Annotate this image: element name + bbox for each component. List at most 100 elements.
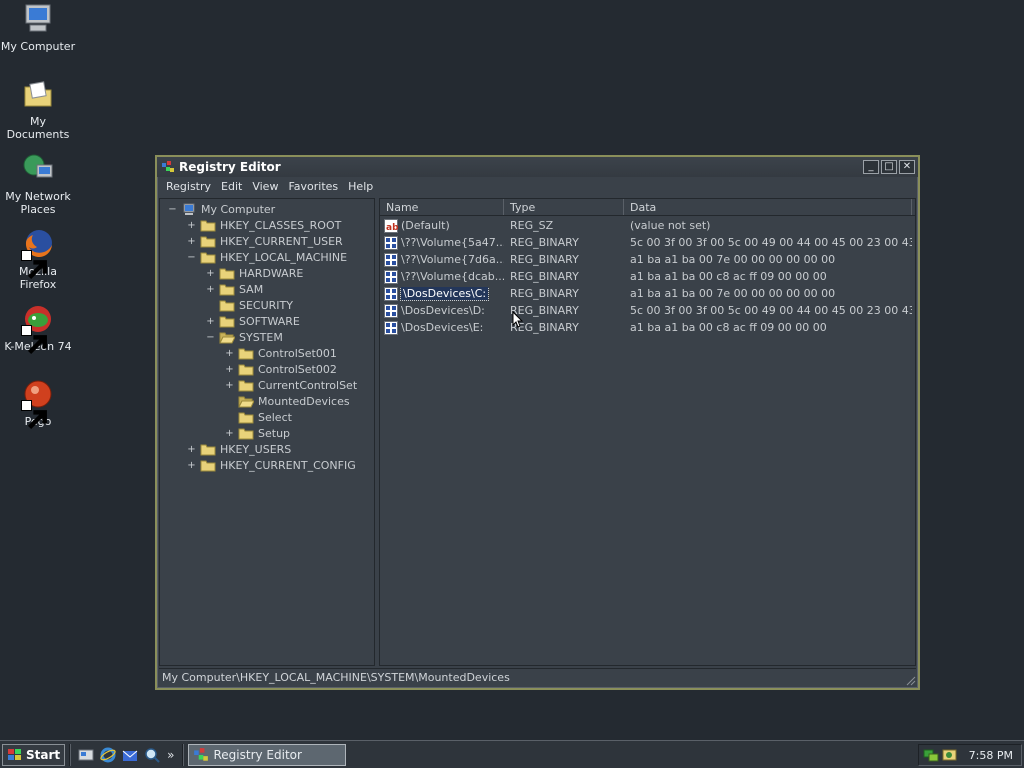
column-header-type[interactable]: Type bbox=[504, 199, 624, 215]
expand-icon[interactable]: + bbox=[225, 380, 234, 391]
binary-value-icon bbox=[384, 303, 398, 318]
collapse-icon[interactable]: − bbox=[168, 204, 177, 215]
minimize-button[interactable]: _ bbox=[863, 160, 879, 174]
desktop-icon-label: My Computer bbox=[0, 40, 76, 53]
registry-editor-icon bbox=[194, 747, 209, 761]
folder-icon bbox=[238, 411, 254, 424]
show-desktop-icon[interactable] bbox=[77, 746, 95, 764]
desktop-icon-my-computer[interactable]: My Computer bbox=[0, 2, 76, 53]
value-row[interactable]: \??\Volume{5a47... REG_BINARY 5c 00 3f 00 … bbox=[380, 234, 915, 251]
mouse-cursor-icon bbox=[512, 310, 524, 329]
expand-icon[interactable]: + bbox=[206, 268, 215, 279]
value-row[interactable]: \DosDevices\E: REG_BINARY a1 ba a1 ba 00 c… bbox=[380, 319, 915, 336]
outlook-express-icon[interactable] bbox=[121, 746, 139, 764]
tree-node[interactable]: + HKEY_USERS bbox=[187, 441, 291, 457]
tree-node[interactable]: + SAM bbox=[206, 281, 263, 297]
tree-node-label: SAM bbox=[239, 282, 264, 296]
desktop-icon-mozilla-firefox[interactable]: Mozilla Firefox bbox=[0, 227, 76, 291]
tree-node[interactable]: + SOFTWARE bbox=[206, 313, 300, 329]
expand-icon[interactable]: + bbox=[225, 428, 234, 439]
tree-node[interactable]: + CurrentControlSet bbox=[225, 377, 357, 393]
tree-node[interactable]: − My Computer bbox=[168, 201, 275, 217]
value-row[interactable]: \DosDevices\C: REG_BINARY a1 ba a1 ba 00 7… bbox=[380, 285, 915, 302]
value-list[interactable]: Name Type Data ab (Default) REG_SZ (value n… bbox=[379, 198, 916, 666]
tree-node[interactable]: + Setup bbox=[225, 425, 290, 441]
value-row[interactable]: ab (Default) REG_SZ (value not set) bbox=[380, 217, 915, 234]
value-type: REG_BINARY bbox=[510, 270, 579, 283]
close-button[interactable]: ✕ bbox=[899, 160, 915, 174]
value-type: REG_BINARY bbox=[510, 236, 579, 249]
expand-icon[interactable]: + bbox=[187, 236, 196, 247]
column-header-name[interactable]: Name bbox=[380, 199, 504, 215]
tree-node-label: HKEY_CLASSES_ROOT bbox=[220, 218, 342, 232]
expand-icon[interactable]: + bbox=[225, 348, 234, 359]
menu-bar: Registry Edit View Favorites Help bbox=[157, 177, 918, 196]
tree-node-label: SECURITY bbox=[239, 298, 293, 312]
tree-node[interactable]: MountedDevices bbox=[225, 393, 350, 409]
collapse-icon[interactable]: − bbox=[187, 252, 196, 263]
tree-node-label: HKEY_CURRENT_USER bbox=[220, 234, 343, 248]
expand-icon[interactable]: + bbox=[225, 364, 234, 375]
taskbar-button-registry-editor[interactable]: Registry Editor bbox=[188, 743, 347, 766]
tree-node-label: HKEY_USERS bbox=[220, 442, 292, 456]
column-headers: Name Type Data bbox=[380, 199, 915, 216]
shortcut-arrow-icon bbox=[21, 325, 47, 355]
shortcut-arrow-icon bbox=[21, 250, 47, 280]
desktop-icon-k-meleon[interactable]: K-Meleon 74 bbox=[0, 302, 76, 355]
folder-open-icon bbox=[238, 395, 254, 408]
column-header-data[interactable]: Data bbox=[624, 199, 912, 215]
tree-node[interactable]: − HKEY_LOCAL_MACHINE bbox=[187, 249, 347, 265]
desktop-icon-pego[interactable]: Pego bbox=[0, 377, 76, 430]
binary-value-icon bbox=[384, 286, 398, 301]
network-icon[interactable] bbox=[923, 748, 939, 762]
pego-icon bbox=[21, 377, 55, 430]
expand-icon[interactable]: + bbox=[187, 460, 196, 471]
tree-node[interactable]: + HKEY_CLASSES_ROOT bbox=[187, 217, 341, 233]
binary-value-icon bbox=[384, 252, 398, 267]
menu-favorites[interactable]: Favorites bbox=[283, 180, 343, 193]
computer-icon bbox=[181, 203, 197, 216]
registry-tree[interactable]: − My Computer + HKEY_CLASSES_ROOT + HKEY_CURR… bbox=[159, 198, 375, 666]
value-data: 5c 00 3f 00 3f 00 5c 00 49 00 44 00 45 0… bbox=[630, 236, 912, 249]
expand-icon[interactable]: + bbox=[187, 444, 196, 455]
quicklaunch-chevron[interactable]: » bbox=[167, 748, 174, 762]
menu-edit[interactable]: Edit bbox=[216, 180, 247, 193]
value-row[interactable]: \DosDevices\D: REG_BINARY 5c 00 3f 00 3f 0… bbox=[380, 302, 915, 319]
search-icon[interactable] bbox=[143, 746, 161, 764]
tree-node[interactable]: + HKEY_CURRENT_CONFIG bbox=[187, 457, 355, 473]
tree-node[interactable]: SECURITY bbox=[206, 297, 293, 313]
tree-node[interactable]: − SYSTEM bbox=[206, 329, 283, 345]
menu-registry[interactable]: Registry bbox=[161, 180, 216, 193]
volume-icon[interactable] bbox=[942, 748, 958, 762]
folder-icon bbox=[200, 219, 216, 232]
maximize-button[interactable]: □ bbox=[881, 160, 897, 174]
value-row[interactable]: \??\Volume{7d6a... REG_BINARY a1 ba a1 ba … bbox=[380, 251, 915, 268]
menu-help[interactable]: Help bbox=[343, 180, 378, 193]
internet-explorer-icon[interactable] bbox=[99, 746, 117, 764]
value-name-cell: \??\Volume{7d6a... bbox=[380, 252, 504, 267]
desktop-icon-label: My Documents bbox=[6, 115, 70, 141]
resize-grip-icon[interactable] bbox=[904, 674, 916, 686]
title-bar[interactable]: Registry Editor _ □ ✕ bbox=[157, 157, 918, 177]
tree-node-label: ControlSet001 bbox=[258, 346, 337, 360]
folder-icon bbox=[238, 347, 254, 360]
tree-node-label: CurrentControlSet bbox=[258, 378, 358, 392]
expand-icon[interactable]: + bbox=[206, 284, 215, 295]
tree-node[interactable]: + ControlSet001 bbox=[225, 345, 337, 361]
start-button[interactable]: Start bbox=[2, 743, 66, 766]
expand-icon[interactable]: + bbox=[206, 316, 215, 327]
tree-node[interactable]: + ControlSet002 bbox=[225, 361, 337, 377]
desktop-icon-my-network-places[interactable]: My Network Places bbox=[0, 152, 76, 216]
expand-icon[interactable]: + bbox=[187, 220, 196, 231]
clock[interactable]: 7:58 PM bbox=[969, 749, 1013, 762]
tree-node[interactable]: + HARDWARE bbox=[206, 265, 303, 281]
collapse-icon[interactable]: − bbox=[206, 332, 215, 343]
tree-node[interactable]: + HKEY_CURRENT_USER bbox=[187, 233, 343, 249]
menu-view[interactable]: View bbox=[247, 180, 283, 193]
folder-icon bbox=[200, 251, 216, 264]
value-data: a1 ba a1 ba 00 c8 ac ff 09 00 00 00 bbox=[630, 321, 827, 334]
value-data: a1 ba a1 ba 00 c8 ac ff 09 00 00 00 bbox=[630, 270, 827, 283]
value-row[interactable]: \??\Volume{dcab... REG_BINARY a1 ba a1 ba … bbox=[380, 268, 915, 285]
tree-node[interactable]: Select bbox=[225, 409, 292, 425]
desktop-icon-my-documents[interactable]: My Documents bbox=[0, 77, 76, 141]
